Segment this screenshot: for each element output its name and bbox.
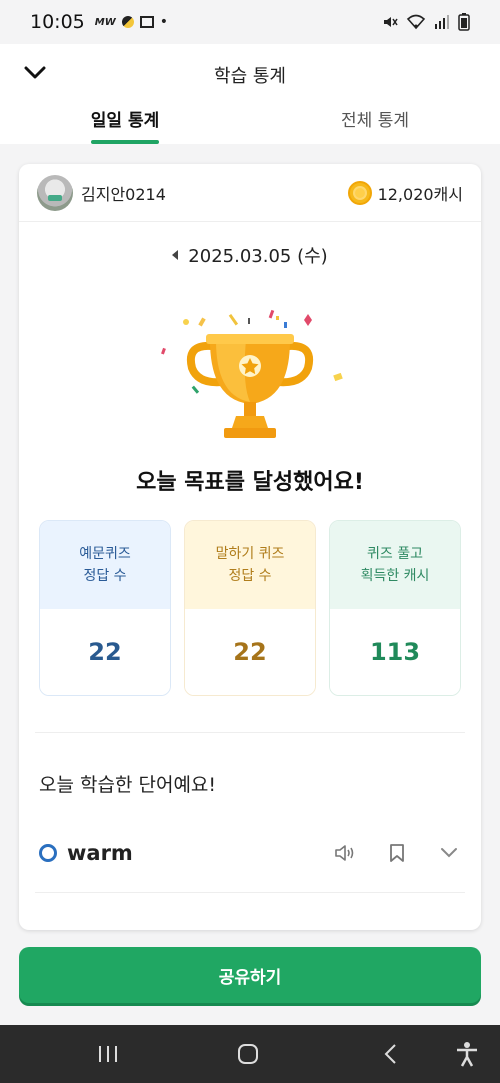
stat-earned-cash: 퀴즈 풀고 획득한 캐시 113	[329, 520, 461, 696]
battery-icon	[458, 13, 470, 31]
header: 학습 통계 일일 통계 전체 통계	[0, 44, 500, 144]
chevron-down-icon	[441, 848, 457, 858]
recent-apps-icon	[99, 1046, 117, 1062]
achievement-message: 오늘 목표를 달성했어요!	[136, 470, 364, 495]
speaker-button[interactable]	[333, 927, 357, 930]
stat-value: 22	[40, 609, 170, 695]
status-bar: 10:05 MW •	[0, 0, 500, 44]
stat-example-quiz: 예문퀴즈 정답 수 22	[39, 520, 171, 696]
mute-icon	[384, 17, 398, 27]
bookmark-button[interactable]	[385, 927, 409, 930]
signal-icon	[435, 15, 449, 29]
date-text: 2025.03.05 (수)	[188, 246, 328, 267]
word-item[interactable]	[39, 914, 461, 930]
app-icon	[139, 16, 154, 28]
stat-label: 예문퀴즈 정답 수	[40, 521, 170, 609]
profile-row: 김지안0214 12,020캐시	[19, 164, 481, 222]
accessibility-button[interactable]	[454, 1041, 480, 1067]
speaker-button[interactable]	[333, 841, 357, 865]
home-icon	[238, 1044, 258, 1064]
username: 김지안0214	[81, 184, 166, 204]
divider	[35, 892, 465, 893]
word-status-circle-icon	[39, 844, 57, 862]
stats-row: 예문퀴즈 정답 수 22 말하기 퀴즈 정답 수 22 퀴즈 풀고 획득한 캐시…	[39, 520, 461, 696]
status-time: 10:05	[30, 11, 85, 33]
back-icon	[384, 1044, 396, 1064]
stat-label-line2: 정답 수	[83, 568, 127, 584]
word-actions	[333, 841, 461, 865]
date-selector: 2025.03.05 (수)	[19, 242, 481, 268]
word-text: warm	[67, 841, 133, 865]
stat-value: 113	[330, 609, 460, 695]
recent-apps-button[interactable]	[96, 1043, 120, 1065]
trophy-icon	[161, 309, 343, 438]
cash-balance: 12,020캐시	[347, 180, 463, 205]
speaker-icon	[335, 845, 354, 861]
word-item[interactable]: warm	[39, 828, 461, 878]
prev-date-icon[interactable]	[172, 250, 179, 260]
stat-label-line1: 퀴즈 풀고	[367, 546, 423, 562]
page-title: 학습 통계	[214, 66, 286, 87]
stat-label: 퀴즈 풀고 획득한 캐시	[330, 521, 460, 609]
tab-daily-stats[interactable]: 일일 통계	[0, 100, 250, 144]
speaker-icon	[334, 929, 356, 930]
cash-amount: 12,020캐시	[377, 184, 463, 204]
stat-label-line2: 정답 수	[228, 568, 272, 584]
tab-total-stats[interactable]: 전체 통계	[250, 100, 500, 144]
words-section-title: 오늘 학습한 단어예요!	[39, 774, 217, 796]
stat-label: 말하기 퀴즈 정답 수	[185, 521, 315, 609]
status-right	[382, 13, 470, 31]
carrier-icon: MW	[94, 16, 116, 28]
wifi-icon	[406, 14, 426, 30]
stat-value: 22	[185, 609, 315, 695]
share-button[interactable]: 공유하기	[19, 947, 481, 1003]
back-button[interactable]	[378, 1043, 402, 1065]
trophy-illustration	[150, 304, 350, 444]
status-left-icons: MW •	[95, 14, 168, 30]
stat-label-line2: 획득한 캐시	[360, 568, 430, 584]
bookmark-icon	[390, 844, 404, 862]
home-button[interactable]	[236, 1043, 260, 1065]
pill-icon	[121, 16, 134, 28]
divider	[35, 732, 465, 733]
word-actions	[333, 927, 461, 930]
coin-icon	[347, 180, 372, 205]
stat-label-line1: 말하기 퀴즈	[215, 546, 285, 562]
stat-speaking-quiz: 말하기 퀴즈 정답 수 22	[184, 520, 316, 696]
tab-bar: 일일 통계 전체 통계	[0, 100, 500, 144]
system-nav-bar	[0, 1025, 500, 1083]
expand-button[interactable]	[437, 841, 461, 865]
stats-card: 김지안0214 12,020캐시 2025.03.05 (수) 오늘 목표를 달…	[19, 164, 481, 930]
bookmark-button[interactable]	[385, 841, 409, 865]
accessibility-icon	[457, 1042, 477, 1067]
stat-label-line1: 예문퀴즈	[79, 546, 131, 562]
notification-dot: •	[159, 14, 169, 30]
bookmark-icon	[389, 929, 405, 930]
avatar	[37, 174, 73, 211]
